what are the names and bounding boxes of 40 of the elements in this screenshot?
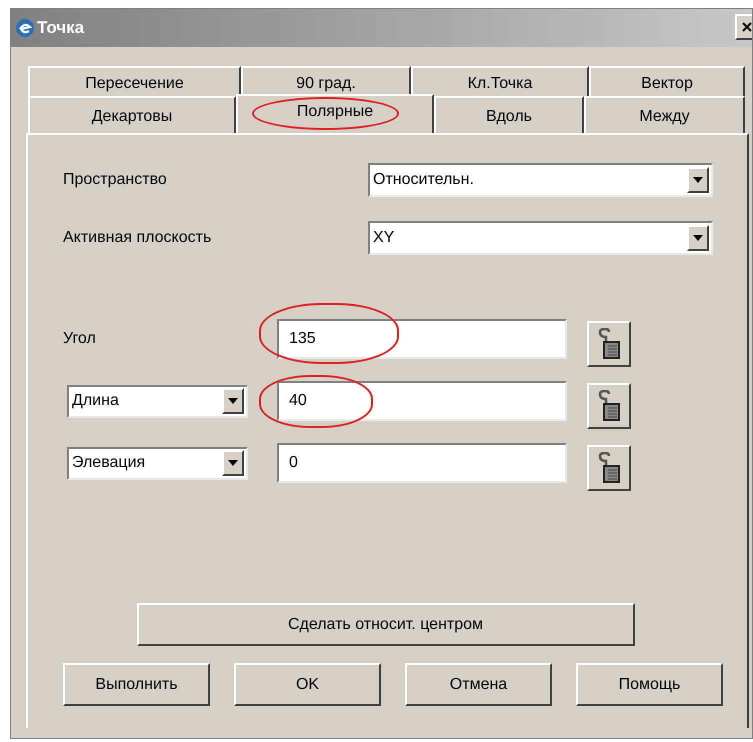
dialog-button[interactable]: OK <box>234 663 381 706</box>
down-arrow-icon <box>228 460 238 466</box>
tab[interactable]: Полярные <box>236 94 434 133</box>
dropdown[interactable]: Элевация <box>67 446 248 480</box>
down-arrow-icon <box>693 177 703 183</box>
lock-button[interactable] <box>587 383 631 429</box>
tab[interactable]: Пересечение <box>28 66 241 98</box>
dialog-button[interactable]: Помощь <box>576 663 723 706</box>
input-field[interactable]: 0 <box>277 443 567 483</box>
window-title: Точка <box>37 17 84 40</box>
dialog-button[interactable]: Выполнить <box>63 663 210 706</box>
make-center-button[interactable]: Сделать относит. центром <box>136 603 634 646</box>
dialog-button[interactable]: Отмена <box>405 663 552 706</box>
tab[interactable]: Вдоль <box>434 96 584 133</box>
padlock-icon <box>596 328 622 360</box>
lock-button[interactable] <box>587 445 631 491</box>
dropdown[interactable]: XY <box>368 221 713 255</box>
close-button[interactable] <box>735 14 752 40</box>
down-arrow-icon <box>693 235 703 241</box>
tab[interactable]: Декартовы <box>28 96 236 133</box>
globe-icon <box>15 18 35 38</box>
lock-button[interactable] <box>587 321 631 367</box>
tab[interactable]: Вектор <box>589 66 745 98</box>
input-field[interactable]: 135 <box>277 319 567 359</box>
input-field[interactable]: 40 <box>277 381 567 421</box>
field-label: Активная плоскость <box>63 228 212 248</box>
padlock-icon <box>596 390 622 422</box>
dropdown-arrow-button[interactable] <box>222 450 244 476</box>
dropdown[interactable]: Длина <box>67 384 248 418</box>
down-arrow-icon <box>228 398 238 404</box>
field-label: Пространство <box>63 170 168 190</box>
field-label: Угол <box>63 329 97 349</box>
close-icon <box>742 22 752 32</box>
tab[interactable]: Между <box>584 96 745 133</box>
tab[interactable]: Кл.Точка <box>411 66 589 98</box>
dropdown-arrow-button[interactable] <box>222 388 244 414</box>
padlock-icon <box>596 452 622 484</box>
dropdown-arrow-button[interactable] <box>687 167 709 193</box>
dropdown-arrow-button[interactable] <box>687 225 709 251</box>
dropdown[interactable]: Относительн. <box>368 163 713 197</box>
